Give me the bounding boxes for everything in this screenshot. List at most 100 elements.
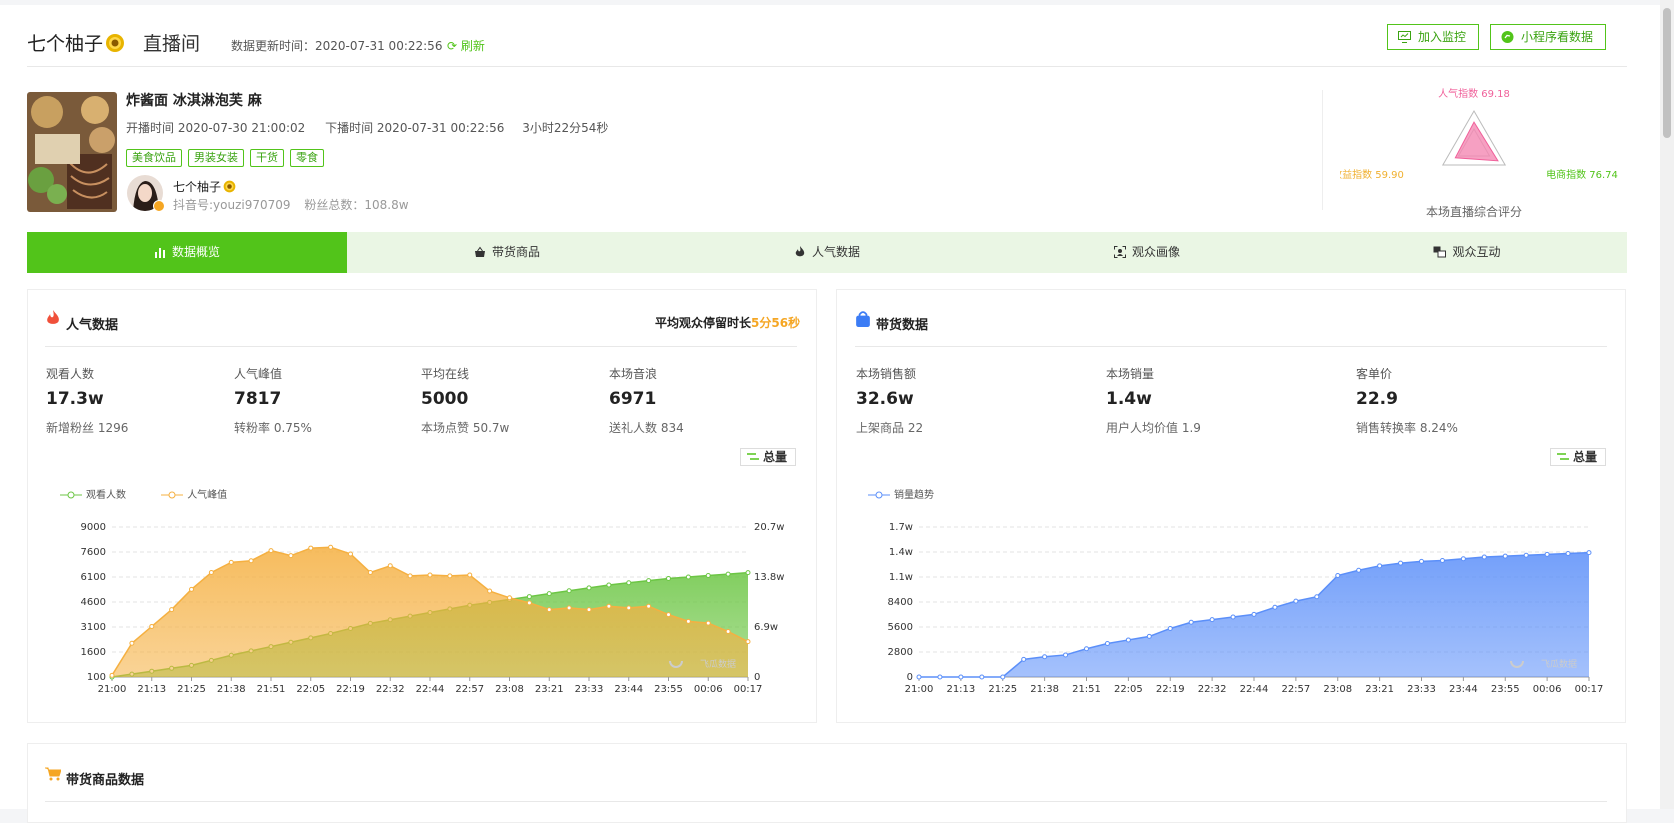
miniapp-data-label: 小程序看数据 xyxy=(1521,30,1594,44)
stat-value: 1.4w xyxy=(1106,389,1152,409)
x-tick-label: 23:55 xyxy=(654,684,683,695)
radar-popularity-label: 人气指数 69.18 xyxy=(1438,87,1510,100)
anchor-name[interactable]: 七个柚子 xyxy=(173,178,236,195)
stat-label: 本场销售额 xyxy=(856,367,917,381)
data-point xyxy=(149,623,155,629)
tag[interactable]: 干货 xyxy=(250,149,284,167)
data-point xyxy=(566,588,572,594)
tab-products[interactable]: 带货商品 xyxy=(347,232,667,273)
x-tick-label: 21:25 xyxy=(177,684,206,695)
data-point xyxy=(646,603,652,609)
data-point xyxy=(958,674,964,680)
data-point xyxy=(1042,654,1048,660)
data-point xyxy=(566,605,572,611)
monitor-icon xyxy=(1398,31,1411,43)
x-tick-label: 23:21 xyxy=(1365,684,1394,695)
tab-audience-interaction-label: 观众互动 xyxy=(1452,245,1501,259)
x-tick-label: 22:05 xyxy=(1114,684,1143,695)
tab-audience-profile[interactable]: 观众画像 xyxy=(987,232,1307,273)
tab-overview[interactable]: 数据概览 xyxy=(27,232,347,273)
data-point xyxy=(1460,556,1466,562)
data-point xyxy=(407,573,413,579)
data-point xyxy=(129,640,135,646)
card-divider xyxy=(45,346,797,347)
x-tick-label: 22:57 xyxy=(1281,684,1310,695)
data-point xyxy=(288,553,294,559)
stat-sub: 新增粉丝 1296 xyxy=(46,421,129,435)
x-tick-label: 21:38 xyxy=(1030,684,1059,695)
sun-badge-icon xyxy=(106,34,125,52)
data-point xyxy=(526,594,532,600)
x-tick-label: 23:08 xyxy=(1323,684,1352,695)
avg-stay-label: 平均观众停留时长 xyxy=(655,316,752,330)
data-point xyxy=(348,551,353,557)
x-tick-label: 22:19 xyxy=(336,684,365,695)
verified-badge-icon xyxy=(153,200,165,212)
legend-item[interactable]: 观看人数 xyxy=(60,486,142,501)
data-point xyxy=(1377,563,1383,569)
data-point xyxy=(387,563,393,569)
scrollbar-thumb[interactable] xyxy=(1663,8,1671,138)
anchor-name-text: 七个柚子 xyxy=(173,180,222,194)
tab-popularity[interactable]: 人气数据 xyxy=(667,232,987,273)
y-tick-label: 8400 xyxy=(888,597,913,608)
data-point xyxy=(606,603,612,609)
total-toggle-button[interactable]: 总量 xyxy=(1550,448,1606,466)
data-point xyxy=(367,570,373,576)
data-point xyxy=(1063,652,1069,658)
radar-caption: 本场直播综合评分 xyxy=(1426,204,1522,219)
x-tick-label: 22:05 xyxy=(296,684,325,695)
stat-value: 22.9 xyxy=(1356,389,1398,409)
stat-sub: 送礼人数 834 xyxy=(609,421,684,435)
total-toggle-label: 总量 xyxy=(1573,450,1598,464)
switch-icon xyxy=(747,453,759,460)
info-divider xyxy=(1322,90,1323,210)
refresh-link[interactable]: ⟳ 刷新 xyxy=(447,37,485,54)
legend-item[interactable]: 销量趋势 xyxy=(868,486,950,501)
data-point xyxy=(189,586,194,592)
data-point xyxy=(646,578,652,584)
total-toggle-button[interactable]: 总量 xyxy=(740,448,796,466)
stat-value: 7817 xyxy=(234,389,282,409)
data-point xyxy=(1544,551,1550,557)
y-tick-label: 5600 xyxy=(888,622,913,633)
stat-value: 32.6w xyxy=(856,389,914,409)
add-monitor-label: 加入监控 xyxy=(1418,30,1467,44)
x-tick-label: 21:00 xyxy=(905,684,934,695)
sales-chart: 0 2800 5600 8400 1.1w 1.4w 1.7w 21:00 21:13 21:25… xyxy=(888,522,1604,695)
bar-chart-icon xyxy=(154,248,165,258)
data-point xyxy=(705,620,711,626)
popularity-legend: 观看人数 人气峰值 xyxy=(60,486,259,501)
page: 七个柚子 直播间 数据更新时间：2020-07-31 00:22:56 ⟳ 刷新… xyxy=(0,5,1660,823)
y-right-tick-label: 6.9w xyxy=(754,622,778,633)
shopping-bag-icon xyxy=(856,311,870,327)
data-point xyxy=(1272,604,1278,610)
stat-label: 本场销量 xyxy=(1106,367,1155,381)
x-tick-label: 00:06 xyxy=(694,684,723,695)
data-point xyxy=(626,580,632,586)
scrollbar[interactable] xyxy=(1660,0,1674,809)
anchor-title: 七个柚子 xyxy=(27,29,125,56)
data-point xyxy=(1146,633,1152,639)
tag[interactable]: 零食 xyxy=(290,149,324,167)
y-tick-label: 100 xyxy=(87,672,106,683)
data-point xyxy=(328,544,334,550)
y-tick-label: 9000 xyxy=(81,522,106,533)
fans-count: 粉丝总数：108.8w xyxy=(304,198,409,212)
live-title: 炸酱面 冰淇淋泡芙 麻 xyxy=(126,93,262,109)
y-right-tick-label: 20.7w xyxy=(754,522,784,533)
stat-sub: 上架商品 22 xyxy=(856,421,924,435)
tag[interactable]: 美食饮品 xyxy=(126,149,182,167)
x-tick-label: 22:57 xyxy=(455,684,484,695)
miniapp-data-button[interactable]: 小程序看数据 xyxy=(1490,24,1607,50)
add-monitor-button[interactable]: 加入监控 xyxy=(1387,24,1480,50)
basket-icon xyxy=(474,246,485,257)
legend-item[interactable]: 人气峰值 xyxy=(161,486,243,501)
tab-audience-interaction[interactable]: 观众互动 xyxy=(1307,232,1627,273)
data-point xyxy=(268,548,274,554)
score-radar: 人气指数 69.18 收益指数 59.90 电商指数 76.74 本场直播综合评… xyxy=(1332,87,1630,227)
tag[interactable]: 男装女装 xyxy=(188,149,244,167)
y-tick-label: 4600 xyxy=(81,597,106,608)
x-tick-label: 22:44 xyxy=(1240,684,1269,695)
x-tick-label: 23:08 xyxy=(495,684,524,695)
